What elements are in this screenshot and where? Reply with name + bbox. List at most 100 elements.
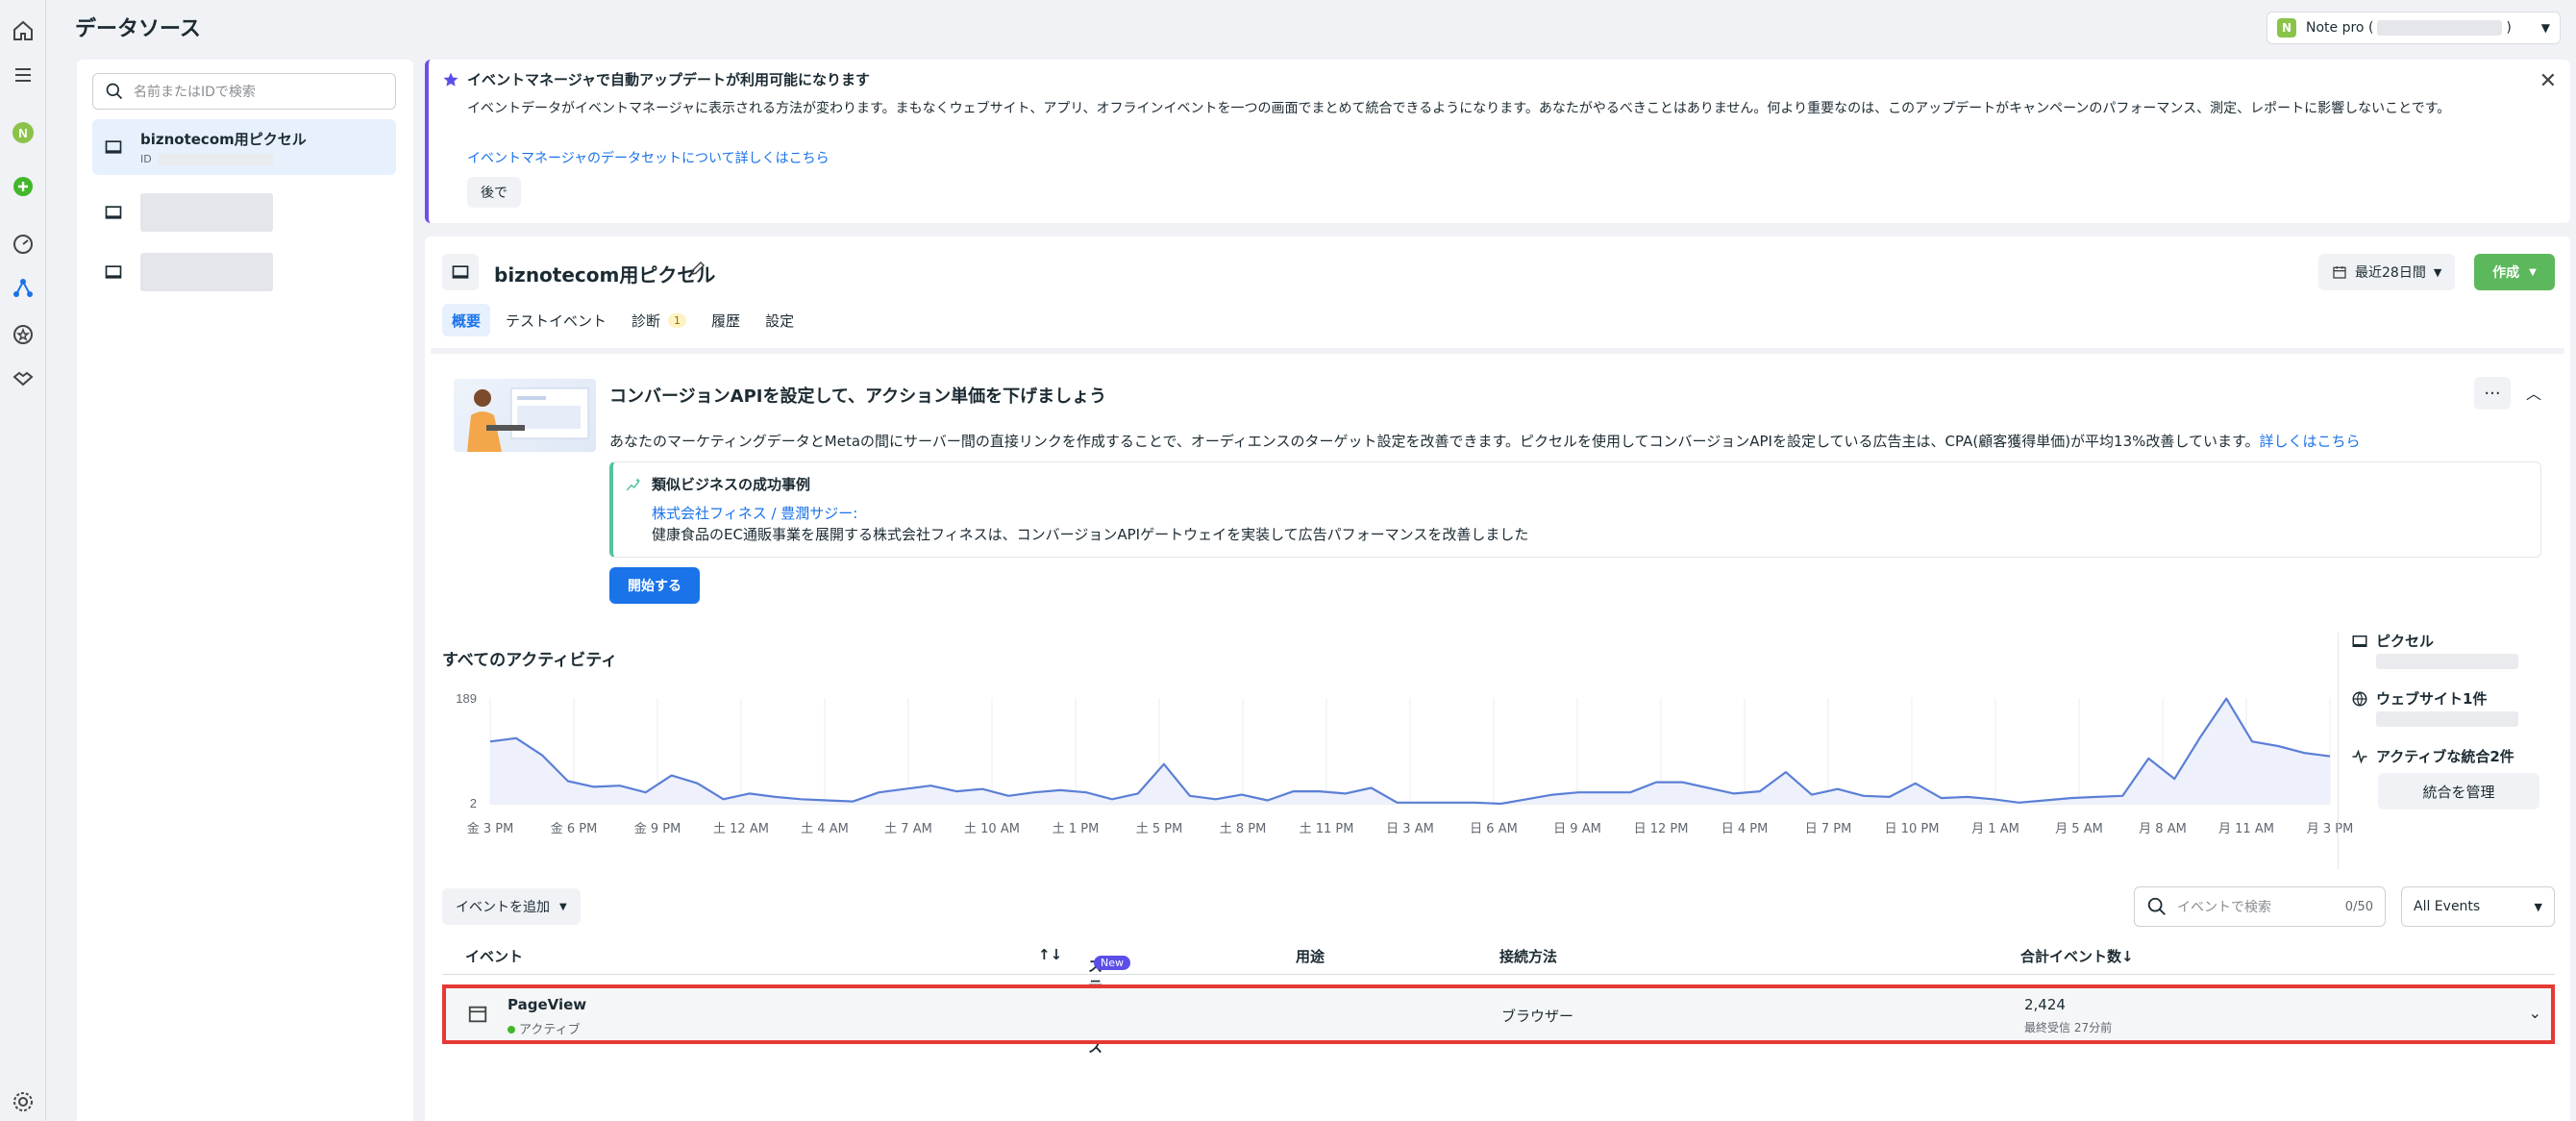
event-search-input[interactable]: イベントで検索 0/50 (2134, 886, 2386, 927)
home-icon[interactable] (10, 17, 37, 44)
tab-diagnostics[interactable]: 診断 1 (622, 304, 696, 336)
svg-text:N: N (18, 126, 27, 140)
partner-icon[interactable] (10, 365, 37, 392)
website-summary-label: ウェブサイト1件 (2376, 690, 2488, 708)
create-button[interactable]: 作成 ▼ (2474, 254, 2555, 290)
x-tick-label: 土 4 AM (801, 822, 849, 836)
close-icon[interactable]: ✕ (2539, 69, 2557, 93)
later-button[interactable]: 後で (467, 177, 521, 208)
source-name: biznotecom用ピクセル (140, 131, 307, 148)
promo-body: あなたのマーケティングデータとMetaの間にサーバー間の直接リンクを作成すること… (609, 431, 2360, 451)
update-notice: イベントマネージャで自動アップデートが利用可能になります イベントデータがイベン… (425, 60, 2570, 223)
tab-bar: 概要 テストイベント 診断 1 履歴 設定 (442, 304, 804, 336)
menu-icon[interactable] (10, 62, 37, 88)
source-id-redacted (157, 153, 273, 165)
account-badge: N (2277, 18, 2296, 37)
tab-settings[interactable]: 設定 (755, 304, 804, 336)
sort-toggle[interactable]: ↑↓ (1038, 946, 1062, 963)
more-options-button[interactable]: ··· (2474, 377, 2511, 410)
data-sources-icon[interactable] (10, 275, 37, 302)
event-filter-select[interactable]: All Events ▼ (2401, 886, 2555, 927)
tab-label: 診断 (632, 311, 661, 330)
redacted-value (2376, 654, 2518, 669)
source-item[interactable] (92, 244, 396, 300)
tab-history[interactable]: 履歴 (702, 304, 750, 336)
date-range-selector[interactable]: 最近28日間 ▼ (2318, 254, 2456, 290)
promo-title: コンバージョンAPIを設定して、アクション単価を下げましょう (609, 386, 1107, 407)
x-tick-label: 土 11 PM (1300, 822, 1354, 836)
col-event: イベント (465, 948, 524, 965)
event-total: 2,424 (2024, 996, 2066, 1013)
table-row[interactable]: PageView アクティブ ブラウザー 2,424 最終受信 27分前 ⌄ (442, 984, 2555, 1044)
account-name-suffix: ) (2506, 20, 2512, 36)
monitor-icon (2352, 635, 2367, 647)
x-tick-label: 月 1 AM (1971, 822, 2019, 836)
add-event-label: イベントを追加 (456, 900, 550, 915)
edit-pencil-icon[interactable] (689, 260, 706, 277)
redacted-value (2376, 711, 2518, 727)
notice-link[interactable]: イベントマネージャのデータセットについて詳しくはこちら (467, 148, 830, 167)
new-badge: New (1094, 956, 1130, 970)
col-total-events[interactable]: 合計イベント数↓ (2020, 946, 2134, 966)
settings-gear-icon[interactable] (10, 1088, 37, 1115)
left-rail: N (0, 0, 46, 1121)
promo-illustration (454, 379, 596, 452)
monitor-icon (105, 265, 122, 279)
event-connection: ブラウザー (1501, 1008, 1574, 1025)
case-heading: 類似ビジネスの成功事例 (652, 476, 811, 493)
dashboard-icon[interactable] (10, 231, 37, 258)
activity-pulse-icon (2352, 749, 2367, 764)
account-selector[interactable]: N Note pro ( ) ▼ (2266, 12, 2561, 44)
source-item[interactable] (92, 185, 396, 240)
source-name-redacted (140, 253, 273, 291)
account-name-redacted (2377, 20, 2503, 36)
account-name-prefix: Note pro ( (2306, 20, 2374, 36)
source-id-label: ID (140, 153, 152, 165)
x-tick-label: 日 4 PM (1721, 822, 1769, 836)
tab-test-events[interactable]: テストイベント (496, 304, 616, 336)
learn-more-link[interactable]: 詳しくはこちら (2259, 433, 2360, 450)
tab-label: テストイベント (506, 311, 607, 330)
start-button[interactable]: 開始する (609, 567, 700, 604)
source-item-selected[interactable]: biznotecom用ピクセル ID (92, 119, 396, 175)
account-avatar[interactable]: N (10, 119, 37, 146)
event-last-received: 最終受信 27分前 (2024, 1021, 2113, 1034)
x-tick-label: 土 1 PM (1053, 822, 1100, 836)
event-filter-label: All Events (2414, 899, 2481, 914)
manage-integrations-button[interactable]: 統合を管理 (2378, 773, 2539, 810)
page-title: データソース (75, 17, 201, 41)
monitor-icon (105, 206, 122, 219)
chevron-up-icon[interactable]: ︿ (2526, 381, 2541, 404)
event-search-placeholder: イベントで検索 (2177, 900, 2271, 915)
data-source-list: 名前またはIDで検索 biznotecom用ピクセル ID (77, 60, 413, 1121)
browser-window-icon (468, 1006, 487, 1023)
event-name: PageView (508, 996, 587, 1013)
x-tick-label: 月 11 AM (2218, 822, 2274, 836)
x-tick-label: 月 8 AM (2139, 822, 2187, 836)
trend-sparkle-icon (626, 478, 640, 491)
pixel-title: biznotecom用ピクセル (494, 263, 716, 286)
add-icon[interactable] (10, 173, 37, 200)
event-search-count: 0/50 (2344, 899, 2373, 914)
x-tick-label: 金 3 PM (467, 821, 514, 836)
x-tick-label: 土 10 AM (964, 822, 1020, 836)
search-icon (106, 83, 123, 100)
star-icon[interactable] (10, 321, 37, 348)
chevron-down-icon: ▼ (2534, 900, 2542, 913)
add-event-button[interactable]: イベントを追加 ▼ (442, 888, 581, 925)
monitor-icon (105, 140, 122, 154)
chevron-down-icon: ▼ (559, 901, 567, 912)
tab-label: 設定 (765, 311, 795, 330)
chevron-down-icon: ▼ (2540, 21, 2550, 35)
notice-body: イベントデータがイベントマネージャに表示される方法が変わります。まもなくウェブサ… (467, 101, 2451, 116)
x-tick-label: 土 12 AM (713, 822, 769, 836)
source-search-input[interactable]: 名前またはIDで検索 (92, 73, 396, 110)
event-status-label: アクティブ (519, 1023, 581, 1037)
chevron-down-icon[interactable]: ⌄ (2529, 1004, 2541, 1022)
case-link[interactable]: 株式会社フィネス / 豊潤サジー: (652, 503, 857, 523)
diagnostics-count-badge: 1 (668, 312, 687, 328)
x-tick-label: 日 3 AM (1386, 822, 1434, 836)
tab-overview[interactable]: 概要 (442, 304, 491, 336)
chevron-down-icon: ▼ (2529, 266, 2537, 278)
col-purpose: 用途 (1296, 948, 1325, 965)
